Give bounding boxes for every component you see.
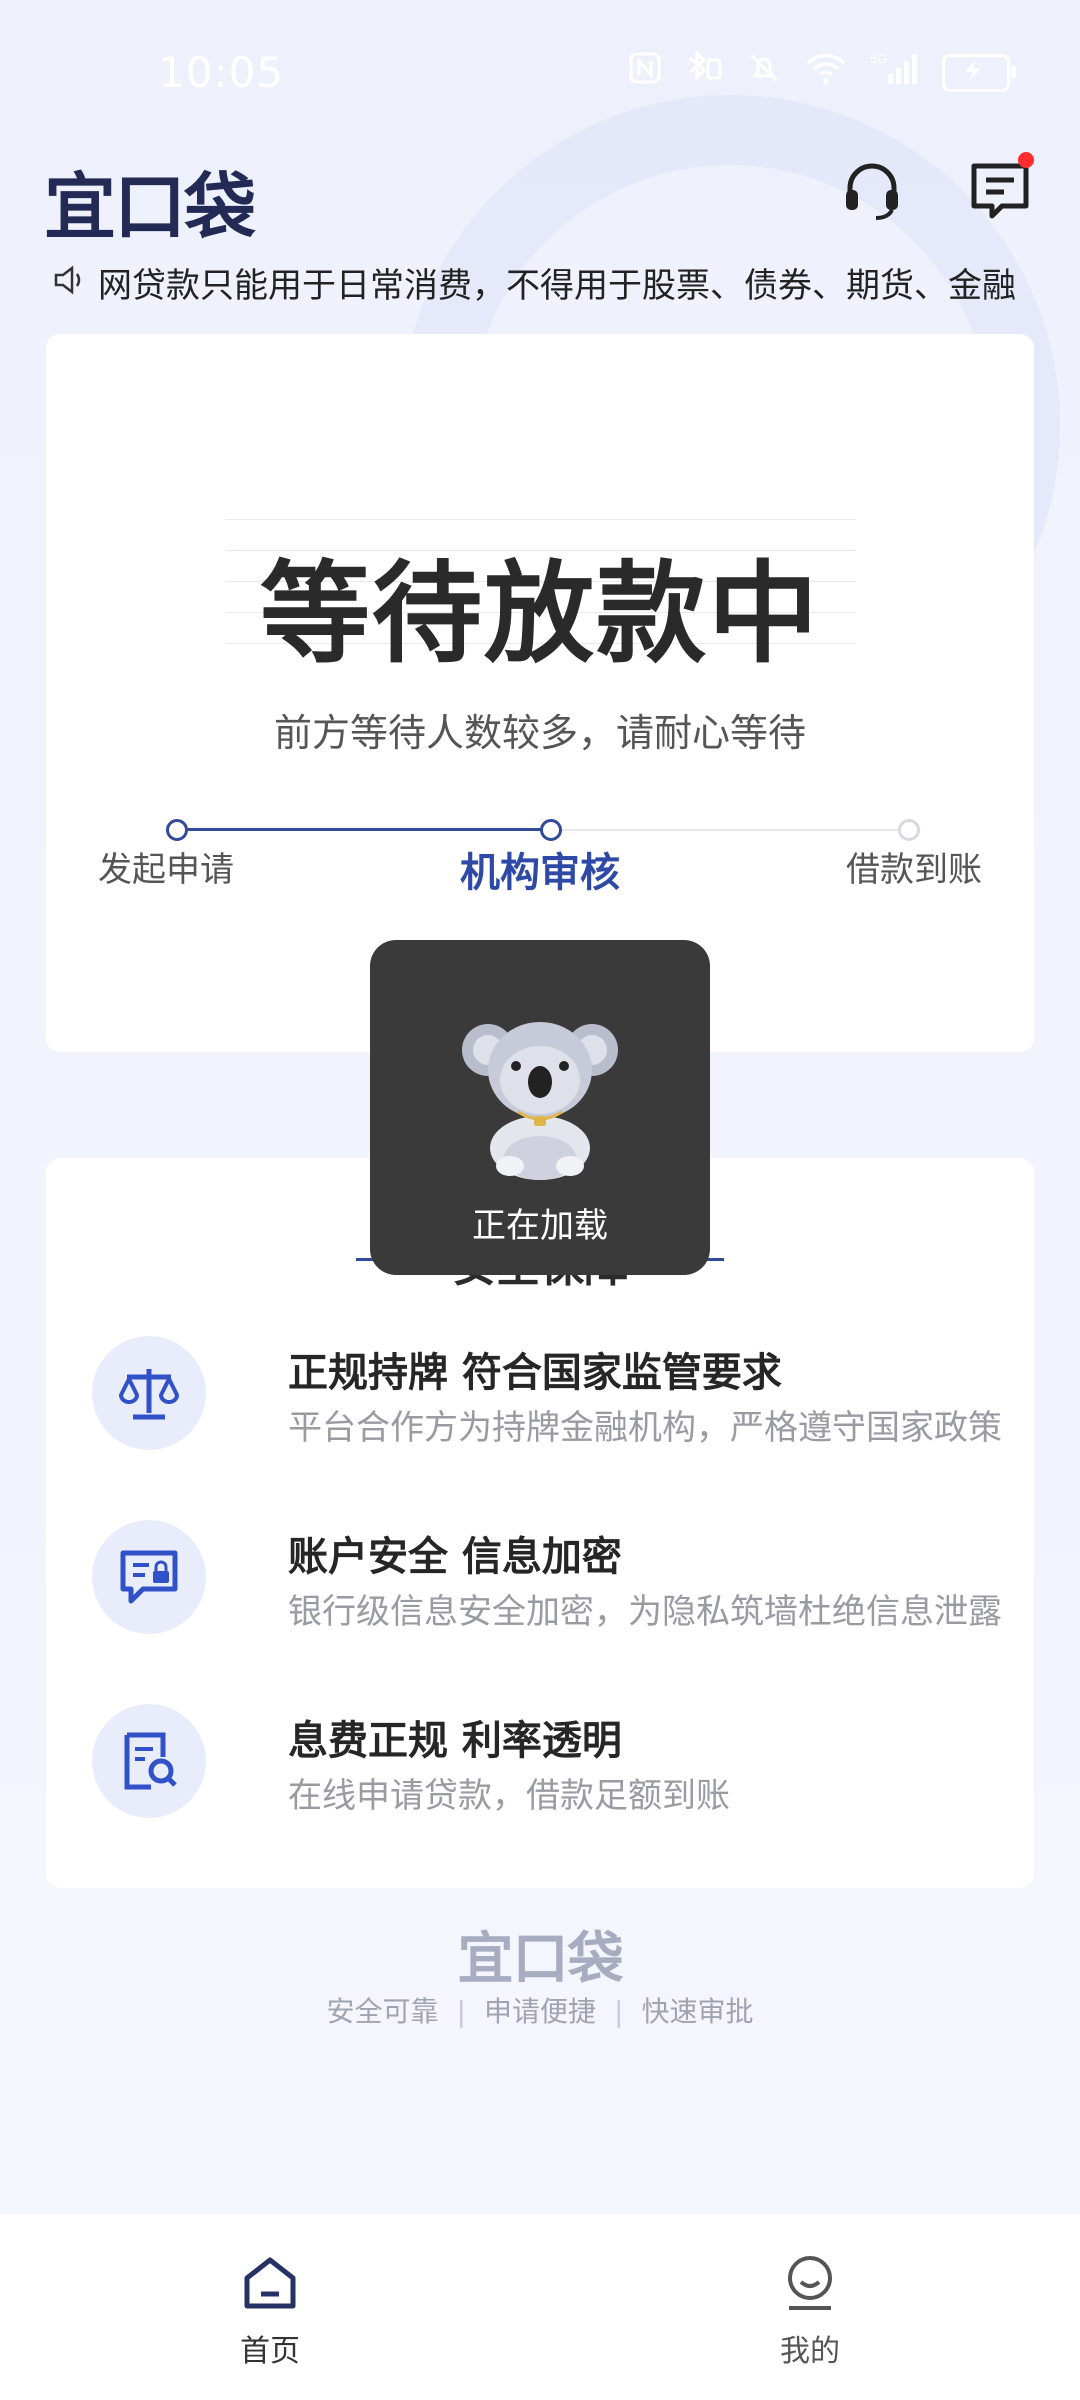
status-time: 10:05: [158, 48, 285, 97]
headset-icon[interactable]: [840, 158, 904, 222]
message-badge: [1018, 152, 1034, 168]
footer-logo: 宜口袋: [457, 1927, 624, 1992]
step-dot-1: [166, 819, 188, 841]
step-dot-3: [898, 819, 920, 841]
wifi-icon: [804, 51, 848, 94]
progress-steps: [166, 819, 920, 841]
feature-title: 正规持牌 符合国家监管要求: [288, 1350, 782, 1396]
footer-tag: 申请便捷: [483, 1995, 596, 2028]
document-search-icon: [92, 1704, 206, 1818]
5g-signal-icon: 5G: [870, 50, 920, 95]
status-icons: 5G: [628, 49, 1016, 95]
nav-home[interactable]: 首页: [180, 2254, 360, 2370]
speaker-icon: [52, 263, 86, 301]
message-icon[interactable]: [968, 152, 1034, 222]
step-dot-2: [540, 819, 562, 841]
feature-desc: 银行级信息安全加密，为隐私筑墙杜绝信息泄露: [288, 1592, 1002, 1632]
feature-transparent-fees: 息费正规 利率透明 在线申请贷款，借款足额到账: [92, 1704, 1012, 1824]
step-label-apply: 发起申请: [98, 850, 234, 890]
nav-profile[interactable]: 我的: [720, 2254, 900, 2370]
notice-text: 网贷款只能用于日常消费，不得用于股票、债券、期货、金融: [98, 265, 1016, 306]
loading-toast: 正在加载: [370, 940, 710, 1275]
progress-line-pending: [550, 829, 914, 831]
nfc-icon: [628, 51, 662, 94]
scale-icon: [92, 1336, 206, 1450]
home-icon: [241, 2254, 299, 2312]
tag-separator: |: [456, 1995, 466, 2028]
profile-icon: [781, 2254, 839, 2312]
footer-tags: 安全可靠 | 申请便捷 | 快速审批: [0, 1990, 1080, 2030]
loading-text: 正在加载: [472, 1206, 608, 1246]
feature-licensed: 正规持牌 符合国家监管要求 平台合作方为持牌金融机构，严格遵守国家政策: [92, 1336, 1012, 1456]
koala-mascot-icon: [460, 1008, 620, 1183]
battery-charging-icon: [942, 53, 1016, 92]
mute-icon: [746, 50, 782, 95]
footer-tag: 快速审批: [641, 1995, 754, 2028]
bottom-nav: 首页 我的: [0, 2214, 1080, 2400]
feature-title: 息费正规 利率透明: [288, 1718, 622, 1764]
step-label-disbursed: 借款到账: [846, 850, 982, 890]
loan-status-title: 等待放款中: [260, 550, 820, 678]
footer-tag: 安全可靠: [326, 1995, 439, 2028]
nav-label: 首页: [240, 2334, 300, 2369]
status-bar: 10:05 5G: [0, 0, 1080, 150]
feature-desc: 平台合作方为持牌金融机构，严格遵守国家政策: [288, 1408, 1002, 1448]
notice-marquee[interactable]: 网贷款只能用于日常消费，不得用于股票、债券、期货、金融: [52, 258, 1032, 306]
step-label-review: 机构审核: [460, 850, 620, 896]
feature-desc: 在线申请贷款，借款足额到账: [288, 1776, 730, 1816]
nav-label: 我的: [780, 2334, 840, 2369]
loan-status-subtitle: 前方等待人数较多，请耐心等待: [273, 711, 806, 755]
svg-text:5G: 5G: [870, 51, 887, 66]
tag-separator: |: [614, 1995, 624, 2028]
progress-line-done: [176, 828, 550, 831]
bluetooth-icon: [684, 49, 724, 95]
feature-title: 账户安全 信息加密: [288, 1534, 622, 1580]
secure-chat-icon: [92, 1520, 206, 1634]
app-logo[interactable]: 宜口袋: [44, 148, 256, 253]
feature-account-security: 账户安全 信息加密 银行级信息安全加密，为隐私筑墙杜绝信息泄露: [92, 1520, 1012, 1640]
